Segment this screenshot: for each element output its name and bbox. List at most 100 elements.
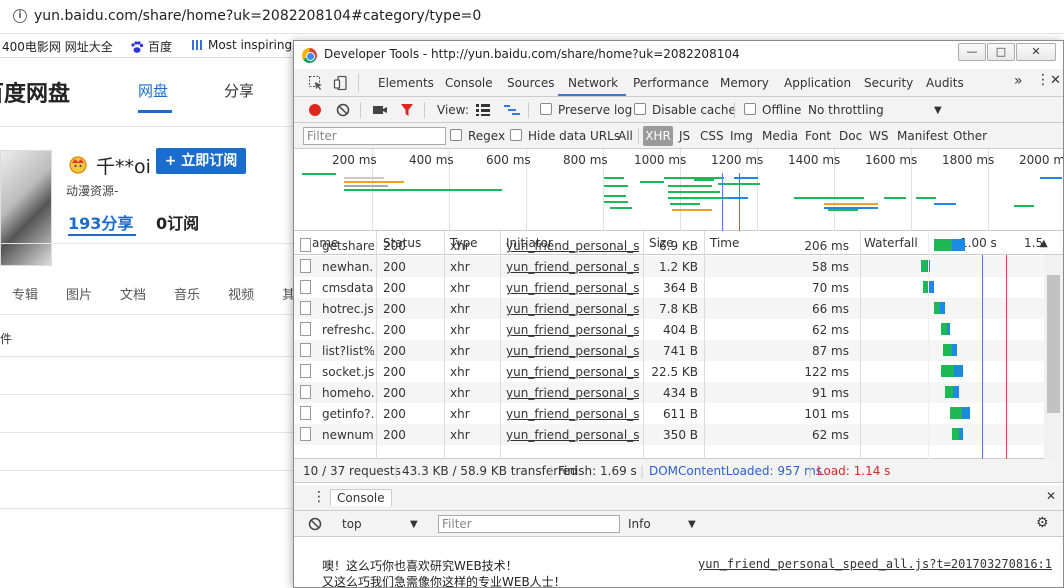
table-row[interactable]: homeho... 200 xhr yun_friend_personal_sp...… [294, 382, 1044, 403]
request-name[interactable]: homeho... [322, 386, 374, 400]
devtools-titlebar[interactable]: Developer Tools - http://yun.baidu.com/s… [294, 41, 1063, 69]
close-button[interactable]: ✕ [1016, 43, 1056, 61]
tab-sources[interactable]: Sources [507, 76, 554, 90]
request-initiator[interactable]: yun_friend_personal_sp... [506, 428, 639, 442]
request-initiator[interactable]: yun_friend_personal_sp... [506, 323, 639, 337]
type-filter-ws[interactable]: WS [869, 129, 888, 143]
inspect-element-icon[interactable] [308, 75, 324, 91]
bookmark-item[interactable]: Most inspiring [190, 38, 292, 52]
table-row[interactable]: socket.js... 200 xhr yun_friend_personal_sp… [294, 361, 1044, 382]
clear-console-icon[interactable] [308, 517, 322, 534]
chevron-down-icon[interactable]: ▼ [688, 519, 696, 530]
tab-console-drawer[interactable]: Console [330, 489, 392, 506]
category-images[interactable]: 图片 [66, 284, 92, 303]
throttling-select[interactable]: No throttling [808, 103, 884, 117]
table-row[interactable]: list?list%... 200 xhr yun_friend_personal_s… [294, 340, 1044, 361]
disable-cache-checkbox[interactable] [634, 103, 646, 115]
minimize-button[interactable]: — [958, 43, 986, 61]
nav-wangpan[interactable]: 网盘 [138, 80, 168, 101]
address-bar[interactable]: i yun.baidu.com/share/home?uk=2082208104… [0, 0, 1064, 34]
tab-memory[interactable]: Memory [720, 76, 769, 90]
type-filter-doc[interactable]: Doc [839, 129, 862, 143]
request-name[interactable]: getshare... [322, 239, 374, 253]
category-album[interactable]: 专辑 [12, 284, 38, 303]
tab-elements[interactable]: Elements [378, 76, 434, 90]
bookmark-item[interactable]: 400电影网 网址大全 [2, 38, 113, 55]
maximize-button[interactable]: □ [987, 43, 1015, 61]
filter-funnel-icon[interactable] [400, 102, 414, 121]
tab-network[interactable]: Network [568, 76, 618, 90]
kebab-menu-icon[interactable]: ⋮ [1036, 72, 1050, 88]
drawer-menu-icon[interactable]: ⋮ [312, 489, 326, 505]
type-filter-all[interactable]: All [618, 129, 633, 143]
category-docs[interactable]: 文档 [120, 284, 146, 303]
table-row[interactable]: getinfo?... 200 xhr yun_friend_personal_sp.… [294, 403, 1044, 424]
request-name[interactable]: getinfo?... [322, 407, 374, 421]
request-initiator[interactable]: yun_friend_personal_sp... [506, 281, 639, 295]
gear-icon[interactable]: ⚙ [1036, 515, 1049, 531]
close-drawer-icon[interactable]: ✕ [1046, 489, 1056, 503]
shares-count-tab[interactable]: 193分享 [68, 210, 133, 234]
large-rows-icon[interactable] [476, 104, 490, 119]
device-toolbar-icon[interactable] [333, 75, 349, 91]
category-video[interactable]: 视频 [228, 284, 254, 303]
request-name[interactable]: hotrec.js... [322, 302, 374, 316]
request-initiator[interactable]: yun_friend_personal_sp... [506, 260, 639, 274]
request-initiator[interactable]: yun_friend_personal_sp... [506, 365, 639, 379]
type-filter-js[interactable]: JS [679, 129, 690, 143]
request-initiator[interactable]: yun_friend_personal_sp... [506, 407, 639, 421]
console-filter-input[interactable]: Filter [438, 515, 620, 533]
request-name[interactable]: newhan... [322, 260, 374, 274]
filter-input[interactable]: Filter [303, 127, 446, 145]
nav-share[interactable]: 分享 [224, 80, 254, 101]
more-tabs-icon[interactable]: » [1014, 73, 1023, 89]
request-initiator[interactable]: yun_friend_personal_sp... [506, 302, 639, 316]
request-name[interactable]: list?list%... [322, 344, 374, 358]
hide-data-urls-checkbox[interactable] [510, 129, 522, 141]
table-row[interactable]: getshare... 200 xhr yun_friend_personal_sp.… [294, 235, 1044, 256]
tab-performance[interactable]: Performance [633, 76, 709, 90]
request-name[interactable]: cmsdata... [322, 281, 374, 295]
type-filter-media[interactable]: Media [762, 129, 798, 143]
type-filter-other[interactable]: Other [953, 129, 987, 143]
type-filter-img[interactable]: Img [730, 129, 753, 143]
bookmark-item[interactable]: 百度 [130, 38, 172, 55]
regex-checkbox[interactable] [450, 129, 462, 141]
category-music[interactable]: 音乐 [174, 284, 200, 303]
table-row[interactable]: refreshc... 200 xhr yun_friend_personal_sp.… [294, 319, 1044, 340]
clear-icon[interactable] [336, 103, 350, 120]
network-overview-timeline[interactable]: 200 ms 400 ms 600 ms 800 ms 1000 ms 1200… [294, 149, 1063, 231]
record-icon[interactable] [308, 103, 322, 120]
overview-waterfall-icon[interactable] [504, 104, 520, 119]
table-row[interactable]: hotrec.js... 200 xhr yun_friend_personal_sp… [294, 298, 1044, 319]
chevron-down-icon[interactable]: ▼ [934, 105, 942, 116]
table-row[interactable]: newhan... 200 xhr yun_friend_personal_sp...… [294, 256, 1044, 277]
table-row[interactable]: cmsdata... 200 xhr yun_friend_personal_sp..… [294, 277, 1044, 298]
request-name[interactable]: socket.js... [322, 365, 374, 379]
type-filter-xhr[interactable]: XHR [643, 126, 673, 146]
console-source-link[interactable]: yun_friend_personal_speed_all.js?t=20170… [698, 557, 1052, 571]
avatar[interactable] [0, 150, 52, 266]
chevron-down-icon[interactable]: ▼ [410, 519, 418, 530]
log-level-select[interactable]: Info [628, 517, 651, 531]
type-filter-css[interactable]: CSS [700, 129, 724, 143]
request-initiator[interactable]: yun_friend_personal_sp... [506, 386, 639, 400]
site-info-icon[interactable]: i [13, 9, 27, 23]
url-text[interactable]: yun.baidu.com/share/home?uk=2082208104#c… [34, 8, 481, 24]
tab-security[interactable]: Security [864, 76, 913, 90]
subscribe-button[interactable]: + 立即订阅 [156, 148, 246, 174]
preserve-log-checkbox[interactable] [540, 103, 552, 115]
request-initiator[interactable]: yun_friend_personal_sp... [506, 239, 639, 253]
request-initiator[interactable]: yun_friend_personal_sp... [506, 344, 639, 358]
close-devtools-icon[interactable]: ✕ [1050, 73, 1061, 88]
subscriptions-count-tab[interactable]: 0订阅 [156, 210, 199, 234]
table-row[interactable]: newnum... 200 xhr yun_friend_personal_sp...… [294, 424, 1044, 445]
table-scrollbar-thumb[interactable] [1047, 275, 1060, 413]
type-filter-manifest[interactable]: Manifest [897, 129, 948, 143]
type-filter-font[interactable]: Font [805, 129, 831, 143]
tab-console[interactable]: Console [445, 76, 493, 90]
context-select[interactable]: top [342, 517, 362, 531]
request-name[interactable]: refreshc... [322, 323, 374, 337]
tab-application[interactable]: Application [784, 76, 851, 90]
offline-checkbox[interactable] [744, 103, 756, 115]
